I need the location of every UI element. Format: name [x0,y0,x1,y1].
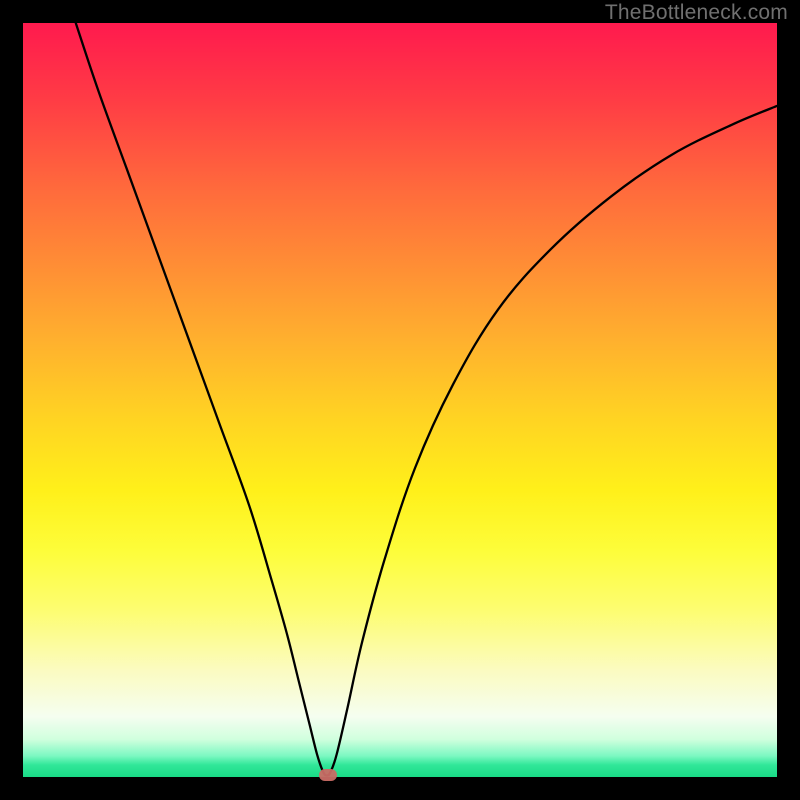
watermark-text: TheBottleneck.com [605,1,788,25]
optimal-point-marker [319,769,337,781]
bottleneck-curve [23,23,777,777]
chart-frame: TheBottleneck.com [0,0,800,800]
